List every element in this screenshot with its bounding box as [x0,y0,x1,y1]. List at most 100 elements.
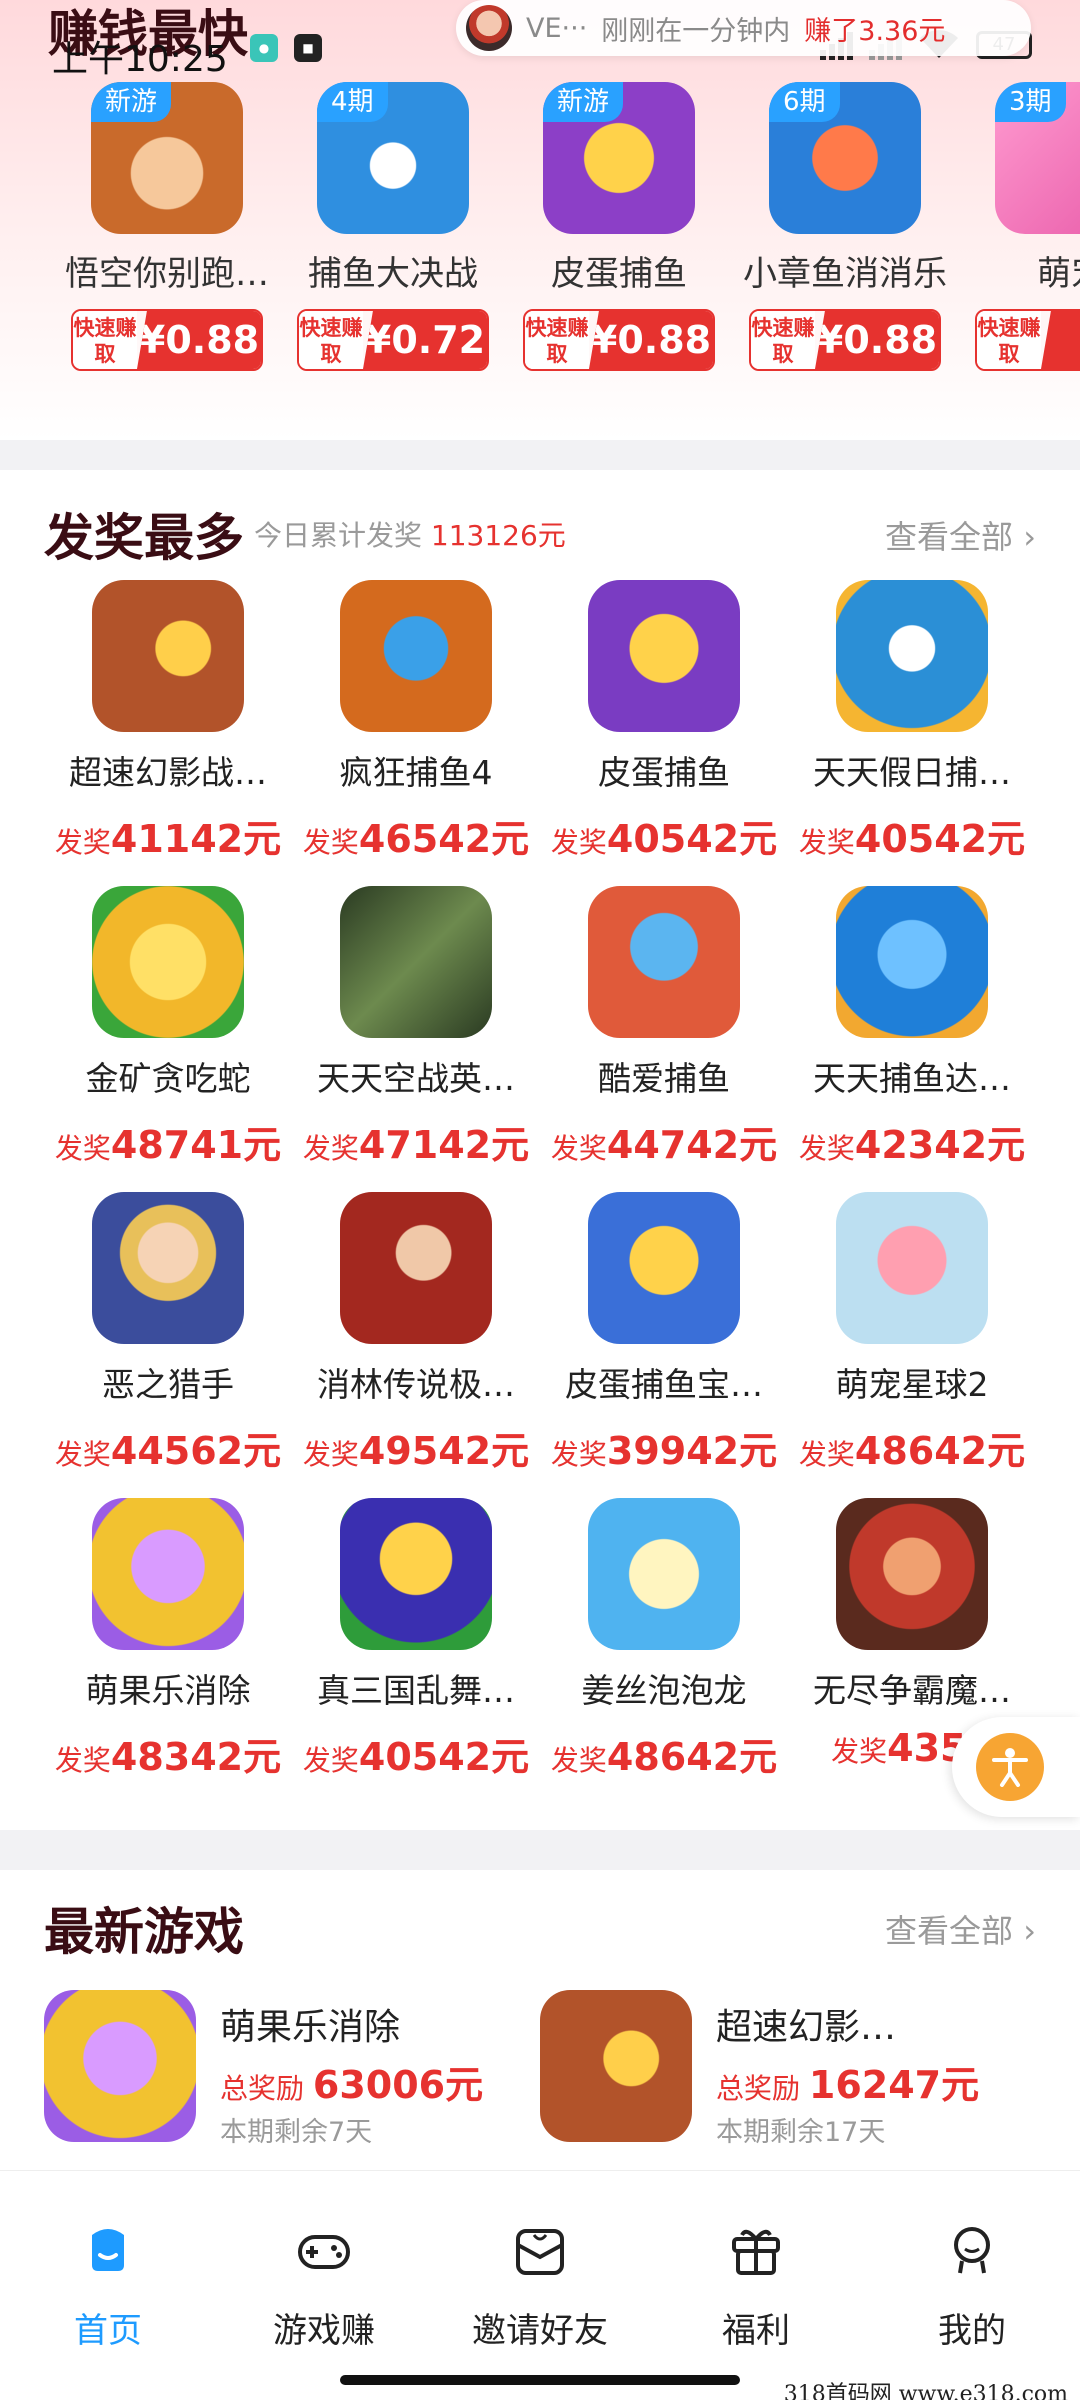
game-icon [92,580,244,732]
home-indicator[interactable] [340,2375,740,2385]
award-value: 47142元 [358,1123,530,1167]
award-label: 发奖 [54,1132,111,1165]
fast-earn-item[interactable]: 新游 悟空你别跑… 快速赚取 ¥0.88 [62,82,272,371]
new-game-badge: 新游 [543,82,624,122]
gift-icon [726,2221,786,2281]
newest-game-item[interactable]: 萌果乐消除 总奖励 63006元 本期剩余7天 [44,1990,524,2150]
fast-earn-button[interactable]: 快速赚取 ¥0.72 [297,309,489,371]
watermark: 318首码网 www.e318.com [783,2382,1068,2400]
game-name: 金矿贪吃蛇 [85,1059,251,1098]
game-icon [836,1498,988,1650]
fast-earn-button[interactable]: 快速赚取 [975,309,1080,371]
award-label: 发奖 [54,1438,111,1471]
game-icon [836,580,988,732]
award-amount: 发奖44562元 [44,1420,292,1475]
fast-earn-item[interactable]: 新游 皮蛋捕鱼 快速赚取 ¥0.88 [514,82,724,371]
game-icon [340,1498,492,1650]
reward-price: ¥0.88 [589,311,713,369]
fast-earn-tag: 快速赚取 [525,311,589,369]
award-game-item[interactable]: 天天空战英… 发奖47142元 [292,886,540,1169]
total-reward-value: 16247元 [808,2063,980,2107]
fast-earn-tag: 快速赚取 [977,311,1041,369]
award-label: 发奖 [798,1132,855,1165]
fast-earn-list[interactable]: 新游 悟空你别跑… 快速赚取 ¥0.88 4期 捕鱼大决战 快速赚取 ¥0.72 新… [0,82,1080,382]
game-name: 姜丝泡泡龙 [581,1671,747,1710]
award-game-item[interactable]: 酷爱捕鱼 发奖44742元 [540,886,788,1169]
earning-notice[interactable]: VE··· 刚刚在一分钟内 赚了3.36元 [456,0,1031,56]
award-value: 49542元 [358,1429,530,1473]
fast-earn-button[interactable]: 快速赚取 ¥0.88 [749,309,941,371]
award-game-item[interactable]: 天天捕鱼达… 发奖42342元 [788,886,1036,1169]
award-game-item[interactable]: 疯狂捕鱼4 发奖46542元 [292,580,540,863]
game-name: 天天假日捕… [813,753,1011,792]
award-value: 48342元 [110,1735,282,1779]
nav-item-profile[interactable]: 我的 [864,2221,1080,2352]
game-icon: 新游 [91,82,243,234]
status-time: 上午10:25 [52,39,228,80]
home-icon [78,2221,138,2281]
game-icon [588,886,740,1038]
award-amount: 发奖40542元 [540,808,788,863]
fast-earn-button[interactable]: 快速赚取 ¥0.88 [523,309,715,371]
award-game-item[interactable]: 姜丝泡泡龙发奖48642元 [540,1498,788,1781]
game-name: 酷爱捕鱼 [598,1059,730,1098]
period-badge: 3期 [995,82,1066,122]
award-amount: 发奖40542元 [788,808,1036,863]
nav-label: 邀请好友 [472,2311,608,2351]
fast-earn-button[interactable]: 快速赚取 ¥0.88 [71,309,263,371]
top-banner: 赚钱最快 上午10:25 ● ■ 47 VE··· 刚刚在一分钟内 赚了3.36… [0,0,1080,440]
game-name: 天天捕鱼达… [813,1059,1011,1098]
award-amount: 发奖48642元 [540,1726,788,1781]
fast-earn-item[interactable]: 4期 捕鱼大决战 快速赚取 ¥0.72 [288,82,498,371]
award-amount: 发奖42342元 [788,1114,1036,1169]
new-game-badge: 新游 [91,82,172,122]
game-name: 真三国乱舞… [317,1671,515,1710]
award-game-item[interactable]: 真三国乱舞… 发奖40542元 [292,1498,540,1781]
nav-item-game-earn[interactable]: 游戏赚 [216,2221,432,2352]
nav-label: 首页 [74,2311,142,2351]
game-name: 消林传说极… [317,1365,515,1404]
award-amount: 发奖46542元 [292,808,540,863]
award-label: 发奖 [798,826,855,859]
fast-earn-item[interactable]: 3期 萌宠 快速赚取 [966,82,1080,371]
award-game-item[interactable]: 皮蛋捕鱼 发奖40542元 [540,580,788,863]
award-game-item[interactable]: 天天假日捕… 发奖40542元 [788,580,1036,863]
game-name: 皮蛋捕鱼宝… [565,1365,763,1404]
game-icon [44,1990,196,2142]
see-all-newest-link[interactable]: 查看全部 › [885,1906,1036,1952]
game-icon: 4期 [317,82,469,234]
fast-earn-tag: 快速赚取 [73,311,137,369]
newest-game-item[interactable]: 超速幻影… 总奖励 16247元 本期剩余17天 [540,1990,1020,2150]
game-icon: 新游 [543,82,695,234]
award-game-item[interactable]: 萌果乐消除 发奖48342元 [44,1498,292,1781]
game-name: 超速幻影战… [69,753,267,792]
award-game-item[interactable]: 金矿贪吃蛇 发奖48741元 [44,886,292,1169]
notice-user: VE··· [526,12,588,44]
bottom-nav: 首页 游戏赚 邀请好友 福利 我的 [0,2170,1080,2400]
accessibility-float-button[interactable] [952,1717,1080,1817]
nav-item-home[interactable]: 首页 [0,2221,216,2352]
award-label: 发奖 [798,1438,855,1471]
remaining-days: 本期剩余7天 [220,2117,373,2148]
total-reward-value: 63006元 [312,2063,484,2107]
profile-icon [942,2221,1002,2281]
award-game-item[interactable]: 恶之猎手 发奖44562元 [44,1192,292,1475]
award-game-item[interactable]: 皮蛋捕鱼宝… 发奖39942元 [540,1192,788,1475]
game-icon [340,886,492,1038]
see-all-awards-link[interactable]: 查看全部 › [885,512,1036,558]
award-game-item[interactable]: 超速幻影战… 发奖41142元 [44,580,292,863]
period-badge: 4期 [317,82,388,122]
game-name: 萌宠星球2 [835,1365,989,1404]
award-game-item[interactable]: 萌宠星球2 发奖48642元 [788,1192,1036,1475]
total-reward-label: 总奖励 [220,2072,305,2105]
game-icon [340,580,492,732]
status-notification-icons: ● ■ [250,34,322,62]
reward-price: ¥0.88 [815,311,939,369]
award-value: 44562元 [110,1429,282,1473]
section-title-newest: 最新游戏 [44,1903,244,1961]
fast-earn-item[interactable]: 6期 小章鱼消消乐 快速赚取 ¥0.88 [740,82,950,371]
award-game-item[interactable]: 消林传说极… 发奖49542元 [292,1192,540,1475]
nav-item-welfare[interactable]: 福利 [648,2221,864,2352]
nav-item-invite[interactable]: 邀请好友 [432,2221,648,2352]
award-value: 39942元 [606,1429,778,1473]
